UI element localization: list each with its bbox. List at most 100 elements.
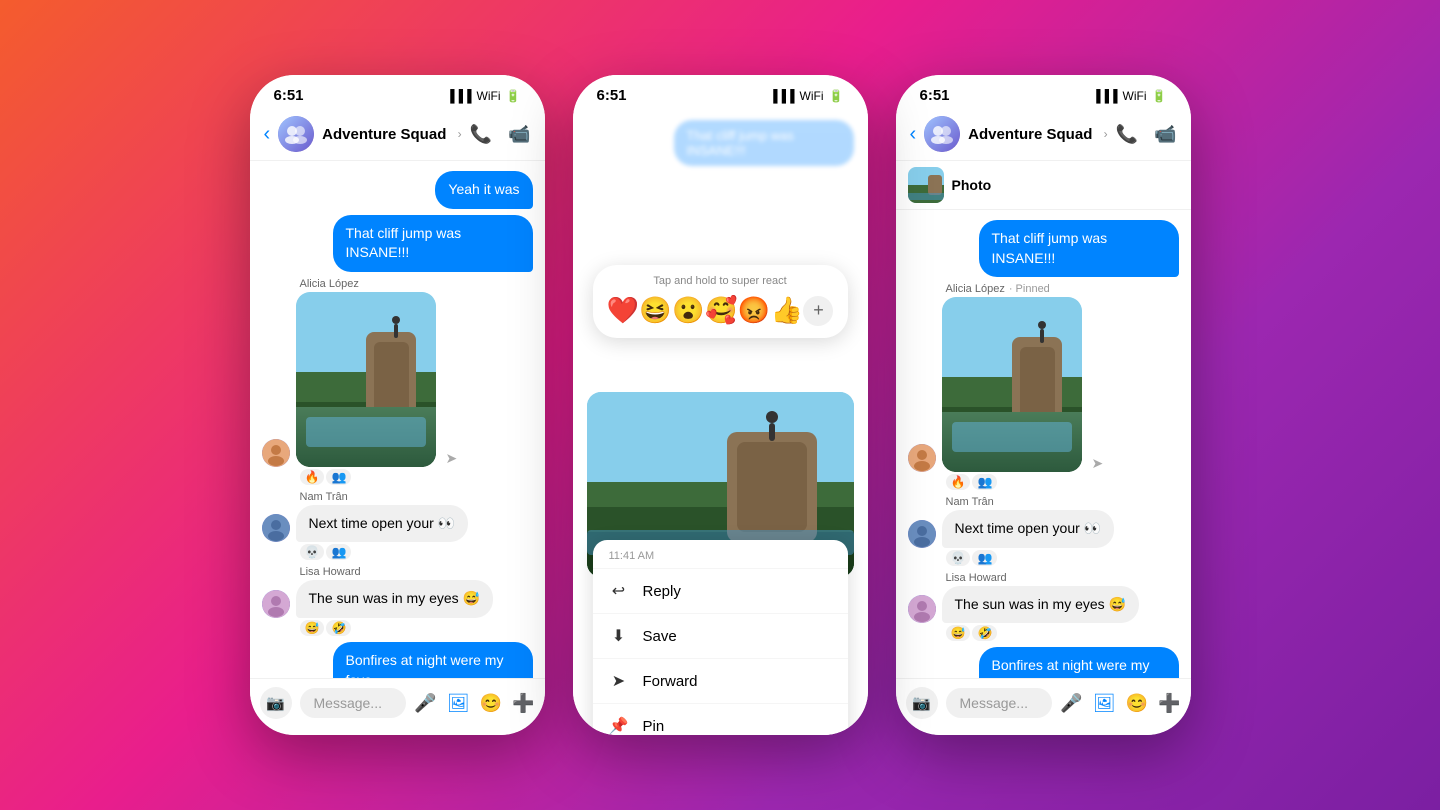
bubble-yeah: Yeah it was	[435, 171, 532, 209]
context-menu: 11:41 AM ↩ Reply ⬇ Save ➤ Forward 📌 Pin …	[593, 540, 848, 735]
r-avatar-nam	[908, 520, 936, 548]
chevron-icon-left: ›	[458, 127, 462, 141]
reactions-lisa: 😅 🤣	[300, 620, 533, 636]
emoji-heart[interactable]: ❤️	[607, 295, 639, 326]
emoji-wow[interactable]: 😮	[672, 295, 704, 326]
emoji-reaction-row: ❤️ 😆 😮 🥰 😡 👍 +	[607, 295, 834, 326]
status-bar-right: 6:51 ▐▐▐ WiFi 🔋	[896, 75, 1191, 110]
tap-hold-hint: Tap and hold to super react	[607, 275, 834, 287]
right-phone: 6:51 ▐▐▐ WiFi 🔋 ‹ Adventure Squad › 📞 📹	[896, 75, 1191, 735]
left-phone: 6:51 ▐▐▐ WiFi 🔋 ‹ Adventure Squad › 📞 📹	[250, 75, 545, 735]
bubble-bonfires: Bonfires at night were my fave	[333, 642, 533, 678]
wifi-icon-mid: WiFi	[800, 89, 824, 103]
context-forward[interactable]: ➤ Forward	[593, 658, 848, 703]
r-pinned-label: · Pinned	[1009, 283, 1050, 295]
context-save[interactable]: ⬇ Save	[593, 613, 848, 658]
save-label: Save	[643, 628, 677, 645]
emoji-angry[interactable]: 😡	[738, 295, 770, 326]
group-avatar-right	[924, 116, 960, 152]
msg-nam: Nam Trân Next time open your 👀 💀 👥	[262, 491, 533, 561]
r-avatar-lisa	[908, 595, 936, 623]
r-sender-lisa: Lisa Howard	[946, 572, 1179, 584]
r-sender-alicia: Alicia López	[946, 283, 1005, 295]
signal-icons-right: ▐▐▐ WiFi 🔋	[1092, 89, 1166, 103]
r-msg-nam: Nam Trân Next time open your 👀 💀 👥	[908, 496, 1179, 566]
msg-alicia-image: Alicia López	[262, 278, 533, 485]
photo-icon-left[interactable]: 🖼	[447, 693, 470, 714]
context-time: 11:41 AM	[593, 540, 848, 568]
emoji-more-button[interactable]: +	[803, 296, 833, 326]
send-status-alicia: ➤	[446, 450, 458, 467]
pin-label: Pin	[643, 718, 665, 735]
r-msg-alicia: Alicia López · Pinned	[908, 283, 1179, 490]
pinned-label: Photo	[952, 177, 992, 193]
battery-icon: 🔋	[506, 89, 521, 103]
r-cliff-image	[942, 297, 1082, 472]
emoji-like[interactable]: 👍	[771, 295, 803, 326]
back-button-right[interactable]: ‹	[910, 123, 917, 146]
chevron-icon-right: ›	[1104, 127, 1108, 141]
emoji-love[interactable]: 🥰	[705, 295, 737, 326]
phone-icon-left[interactable]: 📞	[470, 124, 492, 145]
context-reply[interactable]: ↩ Reply	[593, 568, 848, 613]
sticker-icon-left[interactable]: 😊	[480, 693, 502, 714]
battery-icon-mid: 🔋	[829, 89, 844, 103]
video-icon-right[interactable]: 📹	[1154, 124, 1176, 145]
message-input-right[interactable]: Message...	[946, 688, 1053, 718]
sender-nam: Nam Trân	[300, 491, 533, 503]
r-reactions-alicia: 🔥 👥	[946, 474, 1179, 490]
camera-button-right[interactable]: 📷	[906, 687, 938, 719]
forward-label: Forward	[643, 673, 698, 690]
msg-yeah-it-was: Yeah it was	[262, 171, 533, 209]
r-msg-bonfires: Bonfires at night were my fave ❤️ 👤	[908, 647, 1179, 678]
avatar-alicia	[262, 439, 290, 467]
wifi-icon-right: WiFi	[1123, 89, 1147, 103]
r-avatar-alicia	[908, 444, 936, 472]
group-name-right: Adventure Squad	[968, 126, 1093, 143]
pinned-banner[interactable]: Photo	[896, 161, 1191, 210]
sticker-icon-right[interactable]: 😊	[1126, 693, 1148, 714]
signal-icons-left: ▐▐▐ WiFi 🔋	[446, 89, 520, 103]
blurred-chat-top: That cliff jump was INSANE!!!	[573, 110, 868, 182]
chat-area-left: Yeah it was That cliff jump was INSANE!!…	[250, 161, 545, 678]
reactions-nam: 💀 👥	[300, 544, 533, 560]
phone-icon-right[interactable]: 📞	[1116, 124, 1138, 145]
back-button-left[interactable]: ‹	[264, 123, 271, 146]
emoji-laugh[interactable]: 😆	[639, 295, 671, 326]
input-actions-left: 🎤 🖼 😊 ➕	[414, 693, 534, 714]
r-send-status: ➤	[1092, 455, 1104, 472]
save-icon: ⬇	[609, 626, 629, 646]
header-actions-right: 📞 📹	[1116, 124, 1177, 145]
reaction-picker: Tap and hold to super react ❤️ 😆 😮 🥰 😡 👍…	[593, 265, 848, 338]
input-placeholder-right: Message...	[960, 695, 1028, 711]
camera-button-left[interactable]: 📷	[260, 687, 292, 719]
r-bubble-bonfires: Bonfires at night were my fave	[979, 647, 1179, 678]
message-input-left[interactable]: Message...	[300, 688, 407, 718]
reply-icon: ↩	[609, 581, 629, 601]
input-actions-right: 🎤 🖼 😊 ➕	[1060, 693, 1180, 714]
r-bubble-nam: Next time open your 👀	[942, 510, 1115, 548]
input-placeholder-left: Message...	[314, 695, 382, 711]
battery-icon-right: 🔋	[1152, 89, 1167, 103]
pin-icon: 📌	[609, 716, 629, 735]
status-bar-left: 6:51 ▐▐▐ WiFi 🔋	[250, 75, 545, 110]
video-icon-left[interactable]: 📹	[508, 124, 530, 145]
pinned-thumbnail	[908, 167, 944, 203]
sender-lisa: Lisa Howard	[300, 566, 533, 578]
mic-icon-right[interactable]: 🎤	[1060, 693, 1082, 714]
chat-header-left: ‹ Adventure Squad › 📞 📹	[250, 110, 545, 161]
plus-icon-left[interactable]: ➕	[512, 693, 534, 714]
input-bar-left: 📷 Message... 🎤 🖼 😊 ➕	[250, 678, 545, 735]
avatar-nam	[262, 514, 290, 542]
reactions-alicia: 🔥 👥	[300, 469, 533, 485]
context-pin[interactable]: 📌 Pin	[593, 703, 848, 735]
r-reactions-lisa: 😅 🤣	[946, 625, 1179, 641]
time-left: 6:51	[274, 87, 304, 104]
photo-icon-right[interactable]: 🖼	[1093, 693, 1116, 714]
avatar-lisa	[262, 590, 290, 618]
r-msg-cliff: That cliff jump was INSANE!!!	[908, 220, 1179, 277]
msg-cliff-jump: That cliff jump was INSANE!!!	[262, 215, 533, 272]
plus-icon-right[interactable]: ➕	[1158, 693, 1180, 714]
msg-bonfires: Bonfires at night were my fave ❤️ 👤	[262, 642, 533, 678]
mic-icon-left[interactable]: 🎤	[414, 693, 436, 714]
